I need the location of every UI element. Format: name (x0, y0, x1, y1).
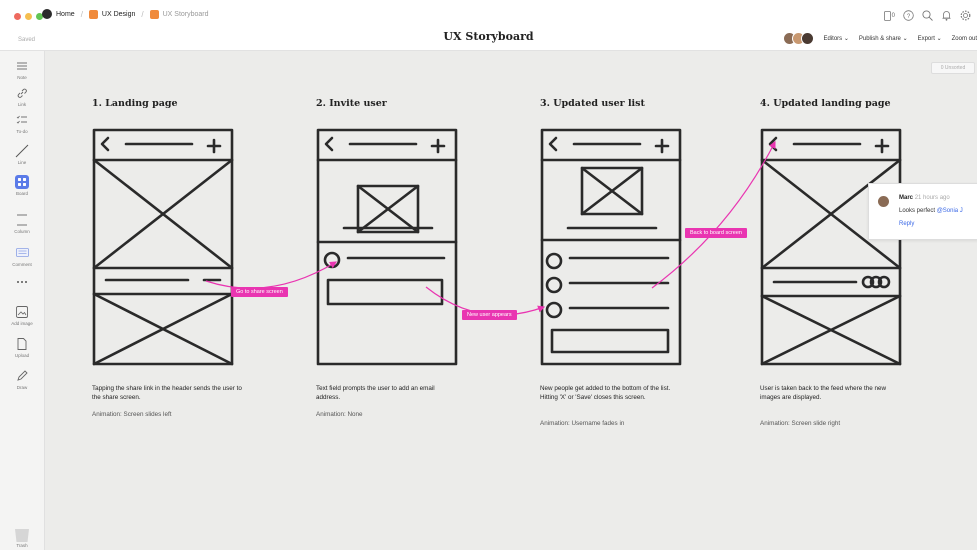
arrow-label-back-to-board[interactable]: Back to board screen (685, 228, 747, 238)
comment-author: Marc 21 hours ago (899, 195, 950, 201)
frame-desc-3: New people get added to the bottom of th… (540, 385, 671, 401)
comment-card[interactable]: Marc 21 hours ago Looks perfect @Sonia J… (868, 183, 977, 240)
arrow-label-new-user[interactable]: New user appears (462, 310, 517, 320)
frame-desc-2: Text field prompts the user to add an em… (316, 385, 435, 401)
avatar (878, 196, 889, 207)
arrow-to-updated-landing[interactable] (651, 140, 776, 289)
comment-text: Looks perfect @Sonia J (899, 208, 963, 214)
arrow-label-go-to-share[interactable]: Go to share screen (231, 287, 288, 297)
comment-time: 21 hours ago (914, 195, 950, 201)
frame-anim-2: Animation: None (316, 411, 363, 418)
comment-mention[interactable]: @Sonia J (937, 208, 963, 214)
frame-anim-3: Animation: Username fades in (540, 420, 625, 427)
frame-anim-1: Animation: Screen slides left (92, 411, 172, 418)
frame-desc-1: Tapping the share link in the header sen… (92, 385, 242, 401)
connector-arrows (205, 140, 776, 316)
frame-desc-4: User is taken back to the feed where the… (760, 385, 887, 401)
arrow-to-invite[interactable] (205, 261, 338, 289)
frame-anim-4: Animation: Screen slide right (760, 420, 841, 427)
comment-reply-button[interactable]: Reply (899, 221, 914, 227)
